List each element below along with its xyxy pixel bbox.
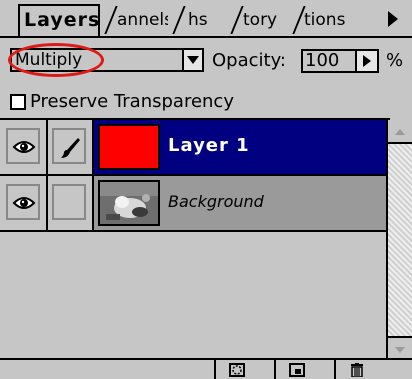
layer-thumbnail	[98, 124, 160, 170]
brush-toggle[interactable]	[52, 128, 86, 164]
visibility-cell[interactable]	[0, 176, 48, 230]
edit-lock-cell[interactable]	[48, 120, 94, 174]
trash-icon	[351, 363, 363, 377]
new-layer-icon	[289, 363, 305, 377]
opacity-input[interactable]: 100	[301, 49, 357, 73]
red-highlight-ellipse	[8, 43, 104, 77]
chevron-down-icon	[187, 56, 199, 64]
palette-tab-bar: Layers annels hs tory tions	[0, 0, 412, 38]
visibility-cell[interactable]	[0, 120, 48, 174]
layers-scrollbar[interactable]	[386, 120, 412, 360]
layer-name: Background	[168, 192, 264, 211]
layer-name: Layer 1	[168, 135, 250, 156]
triangle-up-icon	[395, 129, 405, 135]
layers-palette: Layers annels hs tory tions Multiply Opa…	[0, 0, 412, 379]
eye-icon	[12, 141, 36, 153]
visibility-toggle[interactable]	[6, 128, 40, 164]
tab-layers[interactable]: Layers	[18, 4, 100, 36]
opacity-unit: %	[386, 50, 404, 71]
layer-row[interactable]: Layer 1	[0, 120, 386, 176]
delete-layer-button[interactable]	[334, 360, 378, 379]
preserve-transparency-label: Preserve Transparency	[30, 91, 234, 112]
eye-icon	[12, 197, 36, 209]
brush-toggle-empty[interactable]	[52, 184, 86, 220]
photo-thumbnail-icon	[100, 182, 158, 224]
scroll-up-button[interactable]	[388, 120, 412, 144]
triangle-down-icon	[395, 347, 405, 353]
visibility-toggle[interactable]	[6, 184, 40, 220]
palette-menu-button[interactable]	[378, 4, 408, 34]
layer-mask-button[interactable]	[214, 360, 258, 379]
preserve-transparency-checkbox[interactable]	[10, 94, 26, 110]
selection-mask-icon	[229, 363, 245, 377]
blend-mode-dropdown-button[interactable]	[182, 50, 202, 70]
triangle-right-icon	[363, 55, 371, 67]
layer-thumbnail	[98, 180, 160, 226]
opacity-slider-button[interactable]	[357, 49, 379, 73]
triangle-right-icon	[388, 11, 398, 27]
opacity-value: 100	[305, 50, 340, 71]
opacity-label: Opacity:	[212, 50, 286, 71]
edit-lock-cell[interactable]	[48, 176, 94, 230]
layers-list: Layer 1 Background	[0, 120, 386, 360]
paintbrush-icon	[61, 138, 80, 158]
new-layer-button[interactable]	[274, 360, 318, 379]
tab-history[interactable]: tory	[225, 6, 289, 34]
scroll-down-button[interactable]	[388, 336, 412, 360]
layer-row[interactable]: Background	[0, 176, 386, 232]
layers-toolbar	[0, 358, 412, 379]
